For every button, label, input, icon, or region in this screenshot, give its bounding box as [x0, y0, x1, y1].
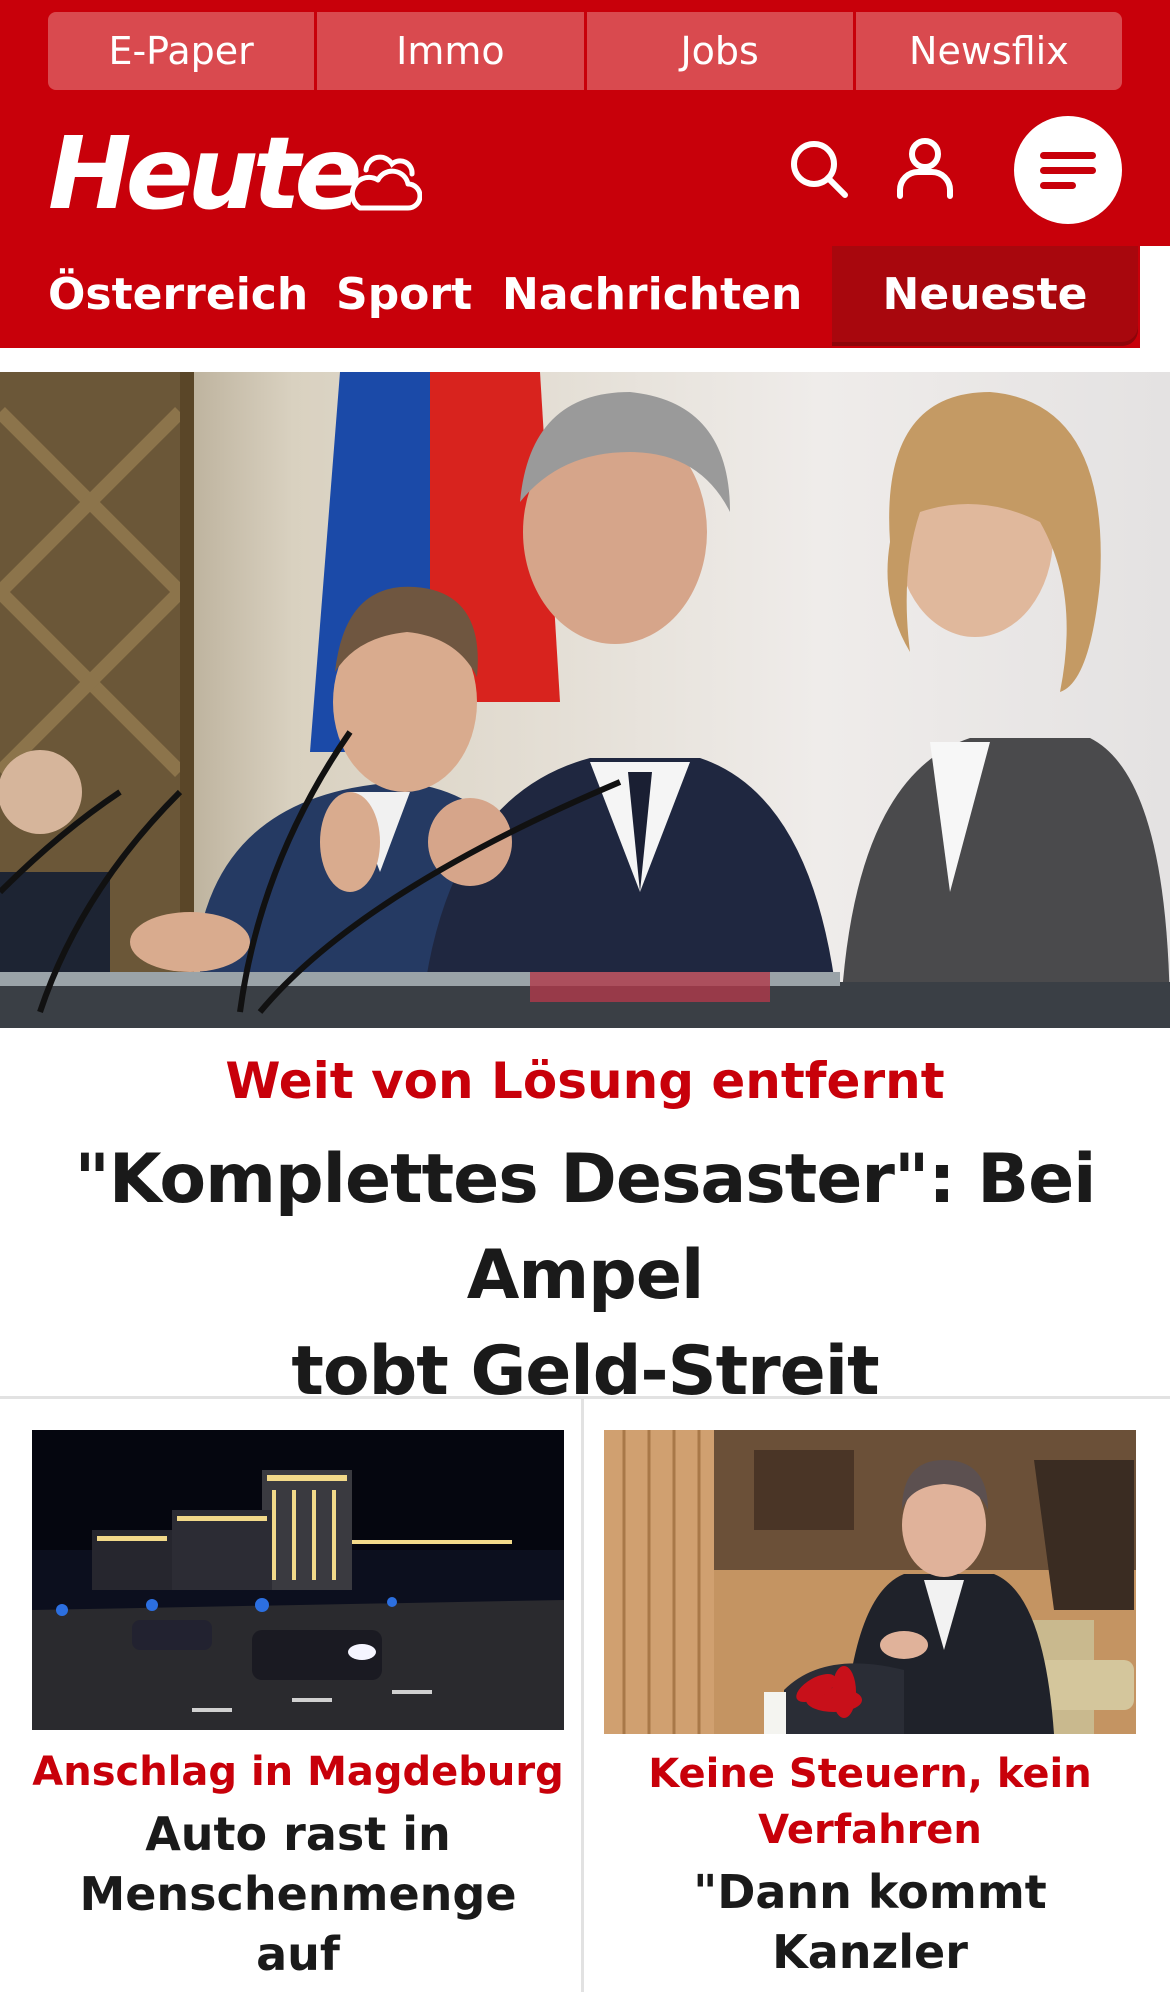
- service-link-immo[interactable]: Immo: [317, 12, 584, 90]
- service-link-epaper[interactable]: E-Paper: [48, 12, 315, 90]
- nav-item-sport[interactable]: Sport: [336, 268, 472, 322]
- teaser-kicker-2[interactable]: Keine Steuern, kein Verfahren: [604, 1746, 1136, 1858]
- section-divider: [0, 1396, 1170, 1399]
- service-bar: E-Paper Immo Jobs Newsflix: [48, 12, 1122, 90]
- teaser-title-1-line-3: Weihnachtsmarkt: [32, 1984, 564, 1992]
- site-logo[interactable]: Heute: [48, 124, 362, 224]
- teaser-title-2[interactable]: "Dann kommt Kanzler Kickl": Dosko packt: [604, 1862, 1136, 1992]
- site-header: E-Paper Immo Jobs Newsflix Heute Österre…: [0, 0, 1170, 348]
- hero-title[interactable]: "Komplettes Desaster": Bei Ampel tobt Ge…: [0, 1132, 1170, 1420]
- nav-item-neueste[interactable]: Neueste: [832, 246, 1138, 346]
- search-icon[interactable]: [788, 138, 850, 200]
- teaser-image-1[interactable]: [32, 1430, 564, 1730]
- teaser-title-1-line-2: Menschenmenge auf: [79, 1867, 517, 1981]
- teaser-kicker-2-line-1: Keine Steuern, kein: [648, 1751, 1092, 1797]
- teaser-title-1-line-1: Auto rast in: [145, 1807, 451, 1861]
- teaser-photo-1: [32, 1430, 564, 1730]
- menu-icon: [1040, 152, 1096, 189]
- weather-cloud-icon[interactable]: [346, 150, 422, 214]
- column-divider: [581, 1398, 584, 1992]
- service-link-jobs[interactable]: Jobs: [586, 12, 853, 90]
- main-nav: Österreich Sport Nachrichten Neueste: [0, 246, 1170, 348]
- teaser-kicker-1[interactable]: Anschlag in Magdeburg: [32, 1744, 564, 1800]
- hero-photo: [0, 372, 1170, 1028]
- nav-item-nachrichten[interactable]: Nachrichten: [502, 268, 802, 322]
- teaser-image-2[interactable]: [604, 1430, 1136, 1734]
- teaser-title-2-line-1: "Dann kommt Kanzler: [693, 1865, 1047, 1979]
- menu-button[interactable]: [1014, 116, 1122, 224]
- user-icon[interactable]: [896, 136, 954, 200]
- teaser-photo-2: [604, 1430, 1136, 1734]
- teaser-title-1[interactable]: Auto rast in Menschenmenge auf Weihnacht…: [32, 1804, 564, 1992]
- service-link-newsflix[interactable]: Newsflix: [855, 12, 1122, 90]
- nav-item-oesterreich[interactable]: Österreich: [48, 268, 308, 322]
- teaser-kicker-2-line-2: Verfahren: [758, 1807, 982, 1853]
- hero-kicker[interactable]: Weit von Lösung entfernt: [0, 1050, 1170, 1112]
- nav-item-neueste-label: Neueste: [882, 269, 1088, 320]
- hero-title-line-1: "Komplettes Desaster": Bei Ampel: [74, 1140, 1097, 1315]
- teaser-title-2-line-2: Kickl": Dosko packt: [604, 1982, 1136, 1992]
- hero-image[interactable]: [0, 372, 1170, 1028]
- hero-title-line-2: tobt Geld-Streit: [291, 1332, 879, 1411]
